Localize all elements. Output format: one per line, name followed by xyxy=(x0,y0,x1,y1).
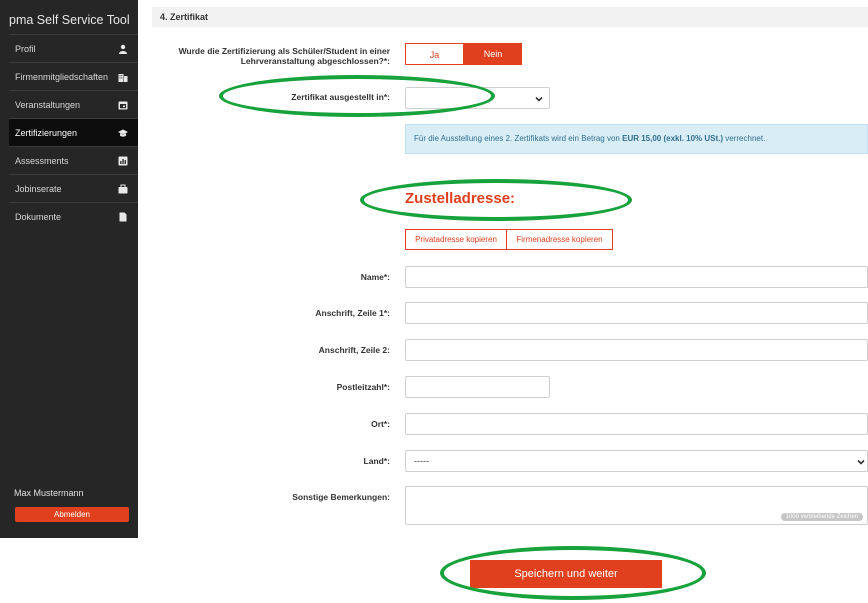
address-heading: Zustelladresse: xyxy=(405,190,516,207)
graduation-cap-icon xyxy=(118,128,128,138)
copy-company-address-button[interactable]: Firmenadresse kopieren xyxy=(506,229,613,250)
sidebar-item-profil[interactable]: Profil xyxy=(9,34,138,62)
sidebar-item-firmenmitgliedschaften[interactable]: Firmenmitgliedschaften xyxy=(9,62,138,90)
building-icon xyxy=(118,72,128,82)
remarks-textarea[interactable]: 1000 verbleibende Zeichen xyxy=(405,486,868,525)
address-line2-input[interactable] xyxy=(405,339,868,361)
yes-button[interactable]: Ja xyxy=(405,43,464,65)
remarks-label: Sonstige Bemerkungen: xyxy=(292,492,390,502)
section-title: 4. Zertifikat xyxy=(152,7,868,27)
sidebar-item-jobinserate[interactable]: Jobinserate xyxy=(9,174,138,202)
zip-input[interactable] xyxy=(405,376,550,398)
save-and-continue-button[interactable]: Speichern und weiter xyxy=(470,560,662,588)
name-input[interactable] xyxy=(405,266,868,288)
sidebar-item-label: Assessments xyxy=(15,156,69,166)
address-line1-label: Anschrift, Zeile 1*: xyxy=(315,308,390,318)
address-line1-input[interactable] xyxy=(405,302,868,324)
sidebar-item-assessments[interactable]: Assessments xyxy=(9,146,138,174)
chevron-down-icon xyxy=(534,94,544,104)
chart-icon xyxy=(118,156,128,166)
sidebar-item-zertifizierungen[interactable]: Zertifizierungen xyxy=(9,118,138,146)
sidebar-item-veranstaltungen[interactable]: Veranstaltungen xyxy=(9,90,138,118)
copy-private-address-button[interactable]: Privatadresse kopieren xyxy=(405,229,507,250)
no-button[interactable]: Nein xyxy=(464,43,522,65)
briefcase-icon xyxy=(118,184,128,194)
certificate-issued-label: Zertifikat ausgestellt in*: xyxy=(291,92,390,102)
info-amount: EUR 15,00 (exkl. 10% USt.) xyxy=(622,134,724,143)
sidebar-item-label: Firmenmitgliedschaften xyxy=(15,72,109,82)
sidebar-item-label: Dokumente xyxy=(15,212,62,222)
country-select-value: ----- xyxy=(414,456,429,466)
country-label: Land*: xyxy=(363,456,390,466)
student-question-line1: Wurde die Zertifizierung als Schüler/Stu… xyxy=(178,46,390,56)
calendar-icon xyxy=(118,100,128,110)
document-icon xyxy=(118,212,128,222)
sidebar-nav: Profil Firmenmitgliedschaften Veranstalt… xyxy=(9,34,138,230)
sidebar-item-label: Profil xyxy=(15,44,36,54)
zip-label: Postleitzahl*: xyxy=(336,382,390,392)
remarks-counter: 1000 verbleibende Zeichen xyxy=(780,513,863,521)
chevron-down-icon xyxy=(856,457,866,467)
student-question-label: Wurde die Zertifizierung als Schüler/Stu… xyxy=(160,46,390,66)
country-select[interactable]: ----- xyxy=(405,450,868,472)
student-question-line2: Lehrveranstaltung abgeschlossen?*: xyxy=(240,56,390,66)
sidebar-item-dokumente[interactable]: Dokumente xyxy=(9,202,138,230)
sidebar-item-label: Veranstaltungen xyxy=(15,100,81,110)
city-input[interactable] xyxy=(405,413,868,435)
sidebar-item-label: Jobinserate xyxy=(15,184,62,194)
name-label: Name*: xyxy=(360,272,390,282)
sidebar-item-label: Zertifizierungen xyxy=(15,128,78,138)
app-title: pma Self Service Tool xyxy=(9,13,130,27)
user-icon xyxy=(118,44,128,54)
logout-button[interactable]: Abmelden xyxy=(15,507,129,522)
info-box: Für die Ausstellung eines 2. Zertifikats… xyxy=(405,124,868,154)
info-text-prefix: Für die Ausstellung eines 2. Zertifikats… xyxy=(414,134,623,143)
info-text-suffix: verrechnet. xyxy=(723,134,766,143)
city-label: Ort*: xyxy=(371,419,390,429)
sidebar: pma Self Service Tool Profil Firmenmitgl… xyxy=(0,0,138,538)
user-name: Max Mustermann xyxy=(14,488,84,498)
certificate-issued-select[interactable] xyxy=(405,87,550,109)
address-line2-label: Anschrift, Zeile 2: xyxy=(318,345,390,355)
